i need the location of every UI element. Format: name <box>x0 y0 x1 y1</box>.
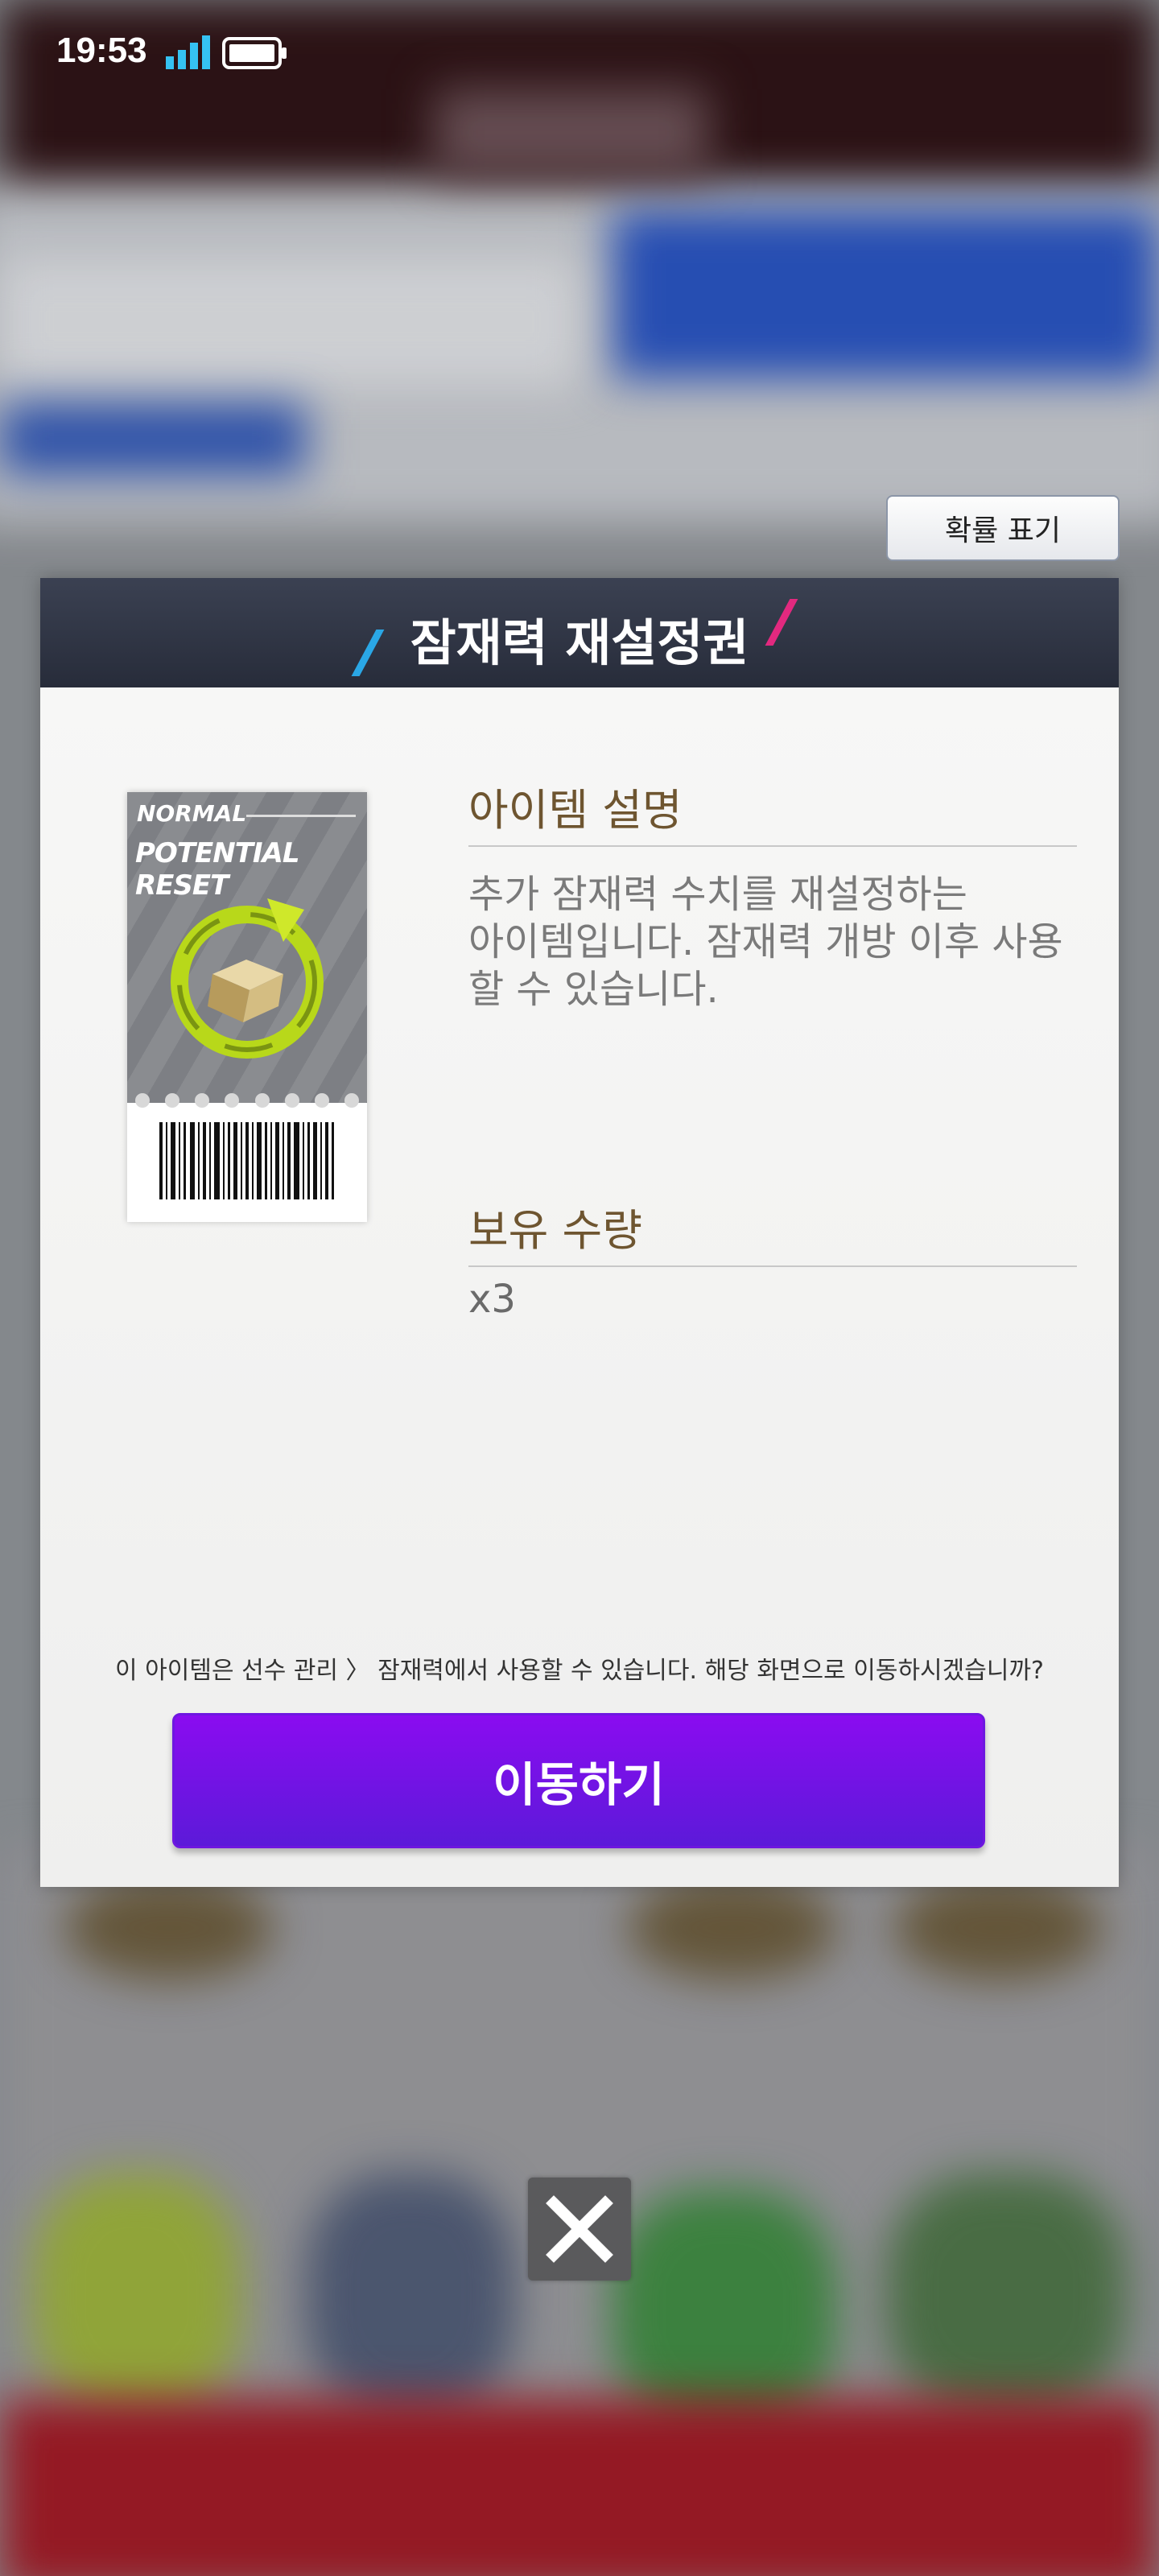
status-time: 19:53 <box>56 31 147 70</box>
navigate-notice: 이 아이템은 선수 관리 〉 잠재력에서 사용할 수 있습니다. 해당 화면으로… <box>115 1657 1044 1685</box>
status-bar: 19:53 <box>0 0 1159 109</box>
close-button[interactable] <box>528 2178 631 2281</box>
item-description: 추가 잠재력 수치를 재설정하는 아이템입니다. 잠재력 개방 이후 사용 할 … <box>468 871 1080 1013</box>
description-title: 아이템 설명 <box>468 785 683 836</box>
modal-title: 잠재력 재설정권 <box>410 613 749 672</box>
potential-reset-icon <box>171 898 324 1059</box>
quantity-title: 보유 수량 <box>468 1205 642 1256</box>
move-button[interactable]: 이동하기 <box>172 1713 985 1848</box>
quantity-divider <box>468 1265 1077 1267</box>
description-line: 추가 잠재력 수치를 재설정하는 <box>468 872 967 917</box>
description-divider <box>468 845 1077 847</box>
description-line: 할 수 있습니다. <box>468 967 719 1012</box>
quantity-value: x3 <box>468 1277 516 1322</box>
close-icon <box>546 2195 613 2263</box>
item-info-modal: 잠재력 재설정권 NORMAL POTENTIAL RESET 아이템 설명 추… <box>40 578 1119 1887</box>
ticket-perforation <box>127 1093 367 1113</box>
barcode-icon <box>159 1122 334 1199</box>
ticket-grade: NORMAL <box>137 800 247 827</box>
probability-button[interactable]: 확률 표기 <box>886 495 1120 561</box>
signal-bars-icon <box>166 35 210 69</box>
ticket-face: NORMAL POTENTIAL RESET <box>127 792 367 1103</box>
item-ticket-image: NORMAL POTENTIAL RESET <box>127 792 367 1222</box>
battery-icon <box>222 37 287 69</box>
modal-header: 잠재력 재설정권 <box>40 578 1119 687</box>
description-line: 아이템입니다. 잠재력 개방 이후 사용 <box>468 919 1063 964</box>
